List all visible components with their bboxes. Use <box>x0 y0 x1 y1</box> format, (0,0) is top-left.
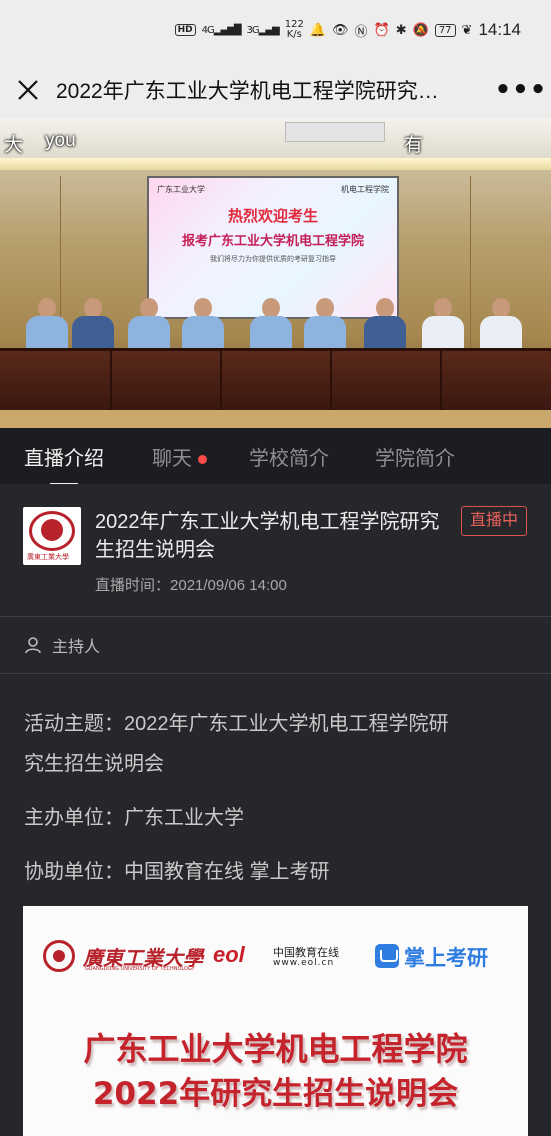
notification-bell-icon: 🔔 <box>309 22 326 38</box>
caption-right: 有 <box>404 135 424 156</box>
host-row[interactable]: 主持人 <box>0 617 551 673</box>
network-speed: 122 K/s <box>284 19 304 40</box>
university-logo: 廣東工業大學 <box>23 507 81 565</box>
caption-mid: you <box>45 130 76 151</box>
nfc-icon: Ⓝ <box>354 24 368 40</box>
organizer-line: 主办单位：广东工业大学 <box>24 807 244 829</box>
zskyan-logo-icon <box>375 944 399 968</box>
gdut-seal-icon <box>43 940 75 972</box>
logo-text: 廣東工業大學 <box>27 553 69 561</box>
screen-subheadline: 报考广东工业大学机电工程学院 <box>181 234 364 249</box>
eye-icon: 👁 <box>332 22 349 38</box>
tab-live-intro[interactable]: 直播介绍 <box>24 442 104 486</box>
floor <box>0 410 551 428</box>
panel-member <box>70 298 116 350</box>
clock: 14:14 <box>478 20 521 39</box>
person-icon <box>25 637 41 654</box>
tab-bar: 直播介绍 聊天 学校简介 学院简介 <box>0 428 551 486</box>
event-info: 廣東工業大學 2022年广东工业大学机电工程学院研究生招生说明会 直播中 直播时… <box>0 484 551 616</box>
status-icons: HD 4G▂▄▆█ 3G▂▄▆ 122 K/s 🔔 👁 Ⓝ ⏰ ✱ 🔕 77 ❦ … <box>174 19 521 40</box>
hd-indicator: HD <box>174 24 196 36</box>
screen-headline: 热烈欢迎考生 <box>227 207 318 225</box>
battery-icon: 77 <box>434 23 456 37</box>
poster-title-line2: 2022年研究生招生说明会 <box>92 1076 459 1112</box>
zskyan-name: 掌上考研 <box>404 947 488 970</box>
panel-member <box>420 298 466 350</box>
panel-member <box>362 298 408 350</box>
theme-line: 活动主题：2022年广东工业大学机电工程学院研 <box>24 713 449 735</box>
alarm-icon: ⏰ <box>373 22 390 38</box>
desk-divider <box>110 348 112 410</box>
screen-logo-right: 机电工程学院 <box>341 185 389 194</box>
close-icon <box>18 80 38 100</box>
poster-title-line1: 广东工业大学机电工程学院 <box>83 1030 468 1068</box>
desk-divider <box>330 348 332 410</box>
more-button[interactable]: ••• <box>491 62 551 118</box>
tab-label: 学院简介 <box>375 447 455 470</box>
unread-dot-icon <box>198 454 207 464</box>
bluetooth-icon: ✱ <box>395 22 407 38</box>
panel-member <box>126 298 172 350</box>
poster-logos: 廣東工業大學 GUANGDONG UNIVERSITY OF TECHNOLOG… <box>23 938 528 978</box>
panel-member <box>478 298 524 350</box>
live-time: 直播时间：2021/09/06 14:00 <box>95 577 287 594</box>
divider <box>0 673 551 674</box>
host-label: 主持人 <box>52 639 101 656</box>
air-conditioner <box>285 122 385 142</box>
desk-divider <box>440 348 442 410</box>
tab-chat[interactable]: 聊天 <box>152 442 207 471</box>
live-status-badge: 直播中 <box>461 506 527 536</box>
screen-logo-left: 广东工业大学 <box>157 185 205 194</box>
tab-college-intro[interactable]: 学院简介 <box>375 442 455 471</box>
panel-member <box>248 298 294 350</box>
title-bar: 2022年广东工业大学机电工程学院研究… ••• <box>0 62 551 118</box>
conference-desk <box>0 348 551 410</box>
panel-member <box>302 298 348 350</box>
tab-label: 聊天 <box>152 447 192 470</box>
tab-label: 学校简介 <box>249 447 329 470</box>
status-bar: HD 4G▂▄▆█ 3G▂▄▆ 122 K/s 🔔 👁 Ⓝ ⏰ ✱ 🔕 77 ❦ … <box>0 0 551 62</box>
caption-left: 大 <box>4 135 24 156</box>
gdut-english-name: GUANGDONG UNIVERSITY OF TECHNOLOGY <box>85 966 195 972</box>
page-title: 2022年广东工业大学机电工程学院研究… <box>56 80 439 103</box>
desk-divider <box>220 348 222 410</box>
panel-member <box>180 298 226 350</box>
signal-4g-icon: 4G▂▄▆█ <box>201 24 242 36</box>
screen-note: 我们将尽力为你提供优质的考研复习指导 <box>210 255 336 263</box>
event-poster: 廣東工業大學 GUANGDONG UNIVERSITY OF TECHNOLOG… <box>23 906 528 1136</box>
live-video-player[interactable]: 大 you 有 广东工业大学 机电工程学院 热烈欢迎考生 报考广东工业大学机电工… <box>0 118 551 428</box>
theme-line-cont: 究生招生说明会 <box>24 753 164 775</box>
tab-label: 直播介绍 <box>24 447 104 470</box>
eol-logo: eol <box>213 942 245 967</box>
leaf-icon: ❦ <box>461 22 473 38</box>
more-dots-icon: ••• <box>494 75 548 105</box>
mute-icon: 🔕 <box>412 22 429 38</box>
co-organizer-line: 协助单位：中国教育在线 掌上考研 <box>24 861 330 883</box>
panel-member <box>24 298 70 350</box>
close-button[interactable] <box>0 62 56 118</box>
eol-url: www.eol.cn <box>273 958 335 968</box>
signal-3g-icon: 3G▂▄▆ <box>246 24 280 36</box>
tab-school-intro[interactable]: 学校简介 <box>249 442 329 471</box>
event-title: 2022年广东工业大学机电工程学院研究生招生说明会 <box>95 511 440 561</box>
ceiling-light <box>0 158 551 170</box>
